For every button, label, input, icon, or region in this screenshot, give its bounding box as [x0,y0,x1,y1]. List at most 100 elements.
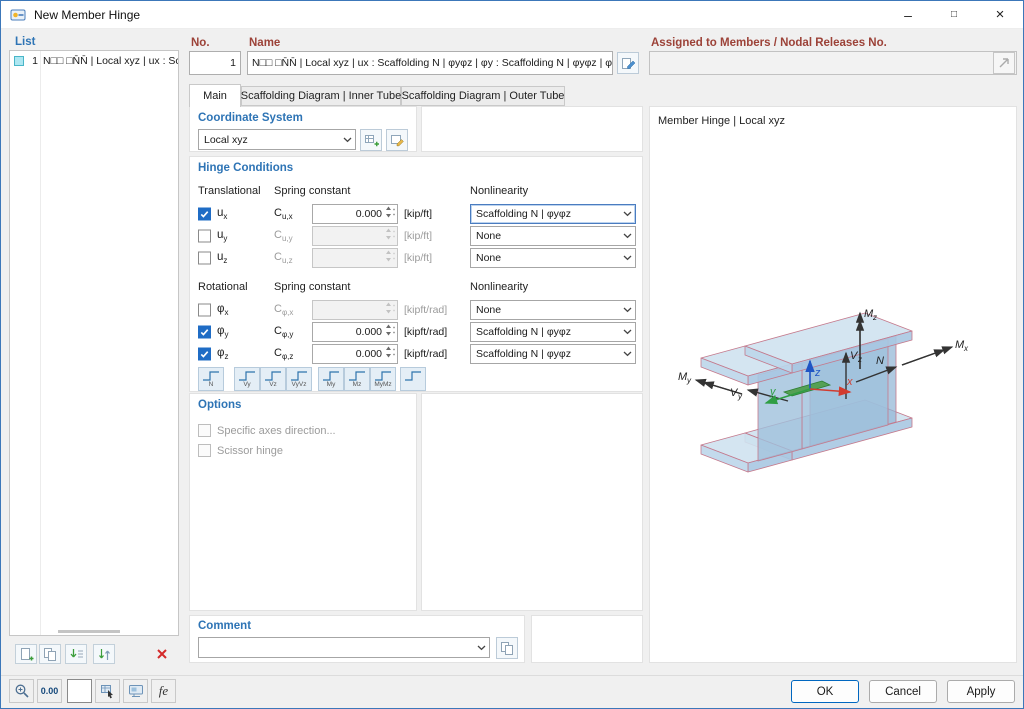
edit-name-button[interactable] [617,52,639,74]
preset-button-mymz[interactable]: MyMz [370,367,396,391]
name-field[interactable]: N□□ □N̄N̄ | Local xyz | ux : Scaffolding… [247,51,613,75]
phiz-spring-input[interactable]: 0.000 [312,343,398,364]
pencil-icon [621,57,635,69]
tab-scaffolding-outer-tube[interactable]: Scaffolding Diagram | Outer Tube [401,86,565,106]
phiy-unit-label: [kipft/rad] [404,325,448,338]
list-hscrollbar[interactable] [58,630,120,633]
preview-title: Member Hinge | Local xyz [658,115,785,127]
spring-constant-header: Spring constant [274,185,351,197]
rotational-header: Rotational [198,281,248,293]
hinge-type-icon [14,56,24,66]
new-item-button[interactable] [15,644,37,664]
preset-button-mz[interactable]: Mz [344,367,370,391]
preset-button-my[interactable]: My [318,367,344,391]
preset-button-vz[interactable]: Vz [260,367,286,391]
pick-in-table-button[interactable] [95,679,120,703]
spinner-arrows-icon[interactable] [385,205,392,222]
copy-item-button[interactable] [39,644,61,664]
uz-spring-constant-label: Cu,z [274,250,293,265]
list-item-number: 1 [32,55,38,67]
new-coordinate-system-button[interactable] [360,129,382,151]
uz-nonlinearity-select[interactable]: None [470,247,636,268]
phiy-nonlinearity-select[interactable]: Scaffolding N | φyφz [470,321,636,342]
chevron-down-icon [620,255,635,261]
uz-label: uz [217,250,228,265]
ok-button[interactable]: OK [791,680,859,703]
display-properties-button[interactable] [123,679,148,703]
ux-spring-constant-label: Cu,x [274,206,293,221]
hinge-3d-preview: M z V z M x N M y V y x y z [678,308,969,473]
cancel-button[interactable]: Cancel [869,680,937,703]
phiy-label: φy [217,324,229,339]
spring-value: 0.000 [355,347,382,360]
ux-spring-input[interactable]: 0.000 [312,203,398,224]
list-item[interactable]: 1 N□□ □N̄N̄ | Local xyz | ux : Sca [10,52,178,70]
ux-nonlinearity-select[interactable]: Scaffolding N | φyφz [470,203,636,224]
phix-checkbox[interactable] [198,303,211,316]
phiy-checkbox[interactable] [198,325,211,338]
phiz-checkbox[interactable] [198,347,211,360]
resort-button[interactable] [93,644,115,664]
maximize-button[interactable]: □ [931,1,977,28]
find-button[interactable] [9,679,34,703]
uz-checkbox[interactable] [198,251,211,264]
renumber-button[interactable] [65,644,87,664]
spinner-arrows-icon[interactable] [385,345,392,362]
edit-coordinate-system-button[interactable] [386,129,408,151]
tab-main[interactable]: Main [189,84,241,107]
spinner-grip-icon[interactable] [392,346,396,361]
uy-nonlinearity-select[interactable]: None [470,225,636,246]
uz-unit-label: [kip/ft] [404,251,433,264]
uz-spring-input [312,247,398,268]
copy-comment-button[interactable] [496,637,518,659]
preset-button-vy[interactable]: Vy [234,367,260,391]
chevron-down-icon [340,137,355,143]
spring-constant-header-2: Spring constant [274,281,351,293]
phiz-nonlinearity-select[interactable]: Scaffolding N | φyφz [470,343,636,364]
formula-editor-button[interactable]: fe [151,679,176,703]
phix-nonlinearity-select[interactable]: None [470,299,636,320]
phiz-unit-label: [kipft/rad] [404,347,448,360]
axis-label-n: N [876,355,884,367]
name-value: N□□ □N̄N̄ | Local xyz | ux : Scaffolding… [252,57,613,69]
spinner-arrows-icon [385,249,392,266]
uy-nonlinearity-value: None [476,229,502,242]
preset-button-custom[interactable] [400,367,426,391]
uy-checkbox[interactable] [198,229,211,242]
minimize-button[interactable]: – [885,1,931,28]
options-group: Options Specific axes direction... Sciss… [189,393,417,611]
spinner-arrows-icon[interactable] [385,323,392,340]
assigned-label: Assigned to Members / Nodal Releases No. [651,37,887,49]
hinge-diagram-icon [405,370,421,381]
ux-checkbox[interactable] [198,207,211,220]
apply-button[interactable]: Apply [947,680,1015,703]
table-pointer-icon [100,685,113,699]
empty-panel-top [421,106,643,152]
units-button[interactable]: 0.00 [37,679,62,703]
tab-scaffolding-inner-tube[interactable]: Scaffolding Diagram | Inner Tube [241,86,401,106]
uy-label: uy [217,228,228,243]
phix-unit-label: [kipft/rad] [404,303,448,316]
preset-button-vyvz[interactable]: VyVz [286,367,312,391]
phiz-label: φz [217,346,229,361]
monitor-icon [128,685,143,697]
phiy-spring-input[interactable]: 0.000 [312,321,398,342]
no-field[interactable]: 1 [189,51,241,75]
new-table-icon [364,134,379,146]
color-swatch-button[interactable] [67,679,92,703]
coordinate-system-group: Coordinate System Local xyz [189,106,417,152]
preset-button-n[interactable]: N [198,367,224,391]
phix-nonlinearity-value: None [476,303,502,316]
delete-item-button[interactable] [151,644,173,664]
comment-input[interactable] [198,637,490,658]
hinge-diagram-icon [349,370,365,381]
hinge-list[interactable]: 1 N□□ □N̄N̄ | Local xyz | ux : Sca [9,50,179,636]
close-button[interactable]: × [977,1,1023,28]
spinner-grip-icon[interactable] [392,206,396,221]
coordinate-system-select[interactable]: Local xyz [198,129,356,150]
specific-axes-option: Specific axes direction... [198,424,336,437]
spinner-arrows-icon [385,227,392,244]
spinner-grip-icon[interactable] [392,324,396,339]
coordinate-system-value: Local xyz [204,133,248,146]
preset-label: N [208,380,214,388]
